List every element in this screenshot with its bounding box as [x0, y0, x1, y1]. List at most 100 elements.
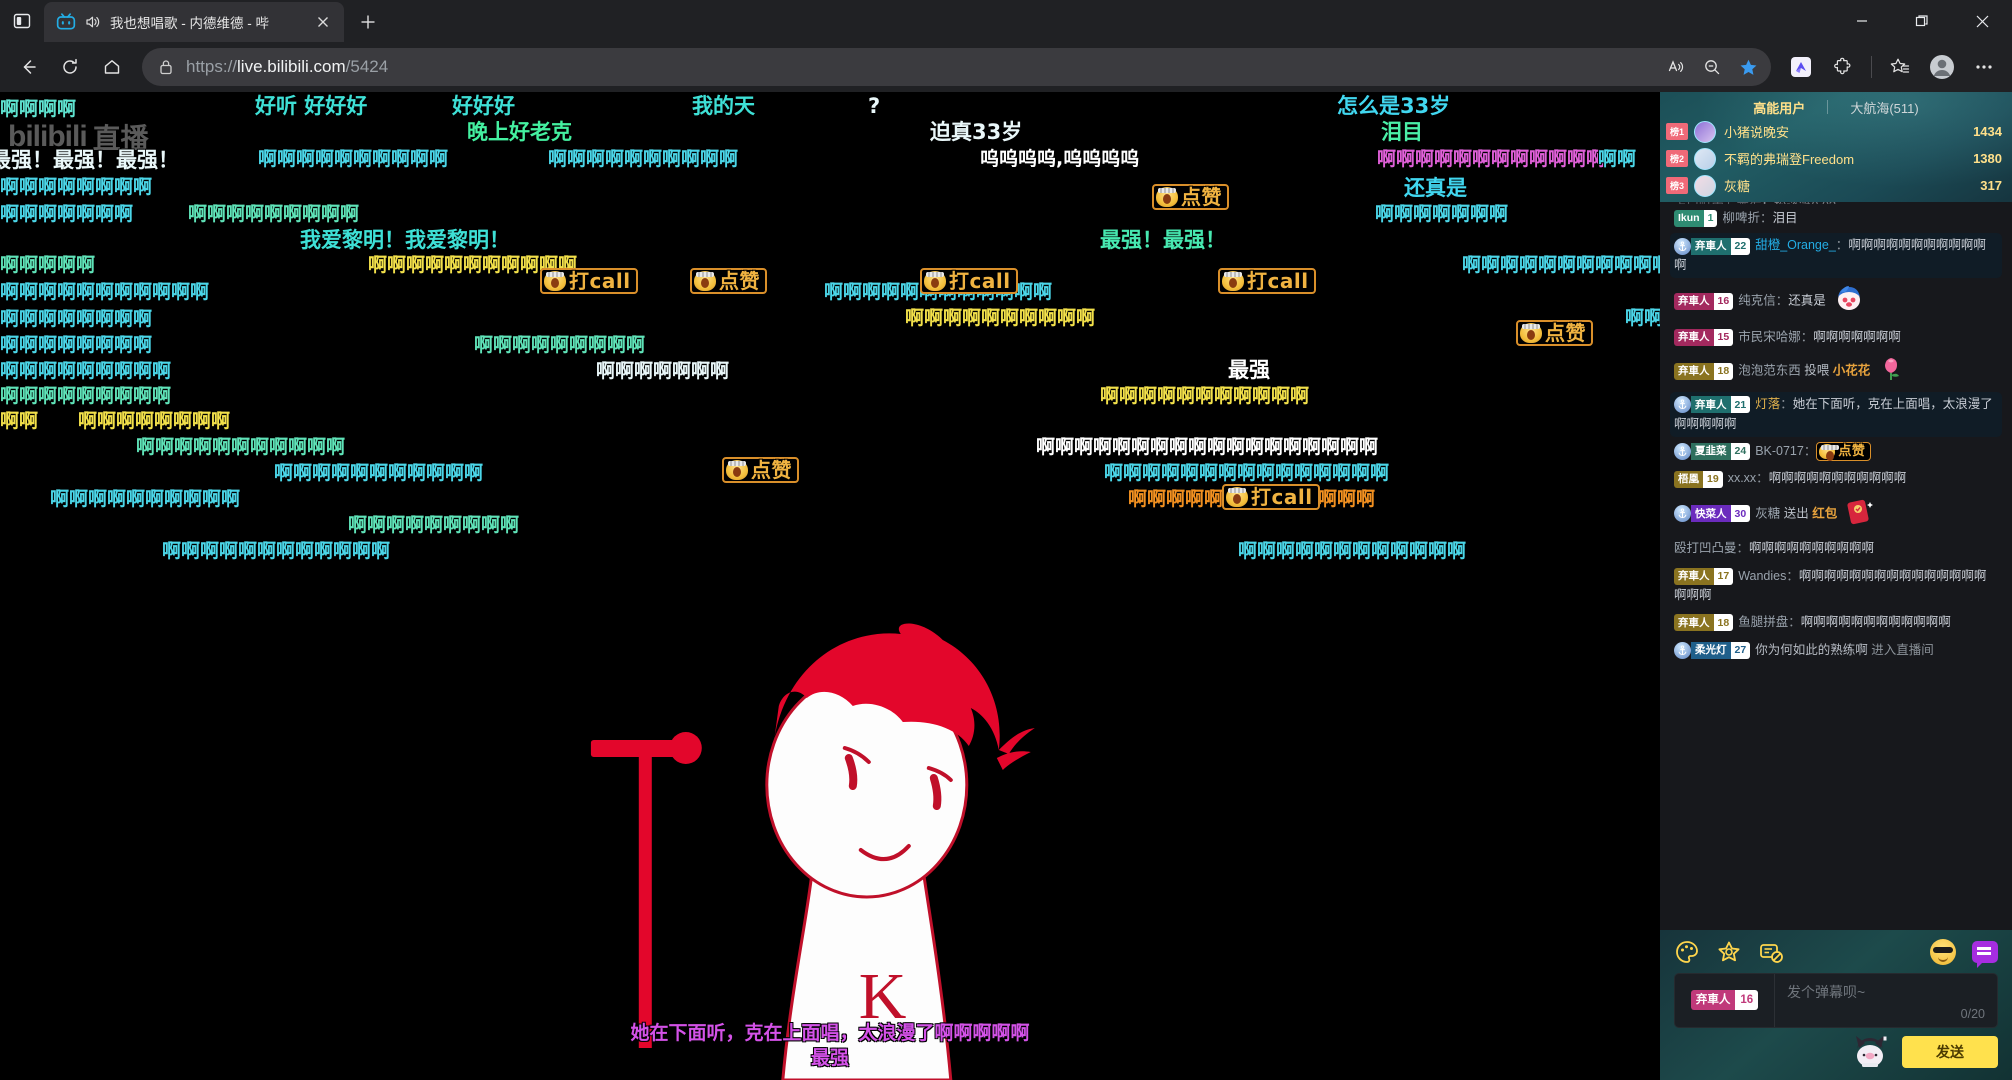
- fan-badge[interactable]: 弃車人 22: [1674, 237, 1751, 255]
- fan-badge-level: 21: [1730, 396, 1751, 414]
- fan-badge[interactable]: 柔光灯 27: [1674, 641, 1751, 659]
- bilibili-favicon: [56, 12, 76, 32]
- tab-actions-icon[interactable]: [0, 0, 44, 42]
- tab-title: 我也想唱歌 - 内德维德 - 哔: [110, 16, 269, 31]
- danmaku-text: 啊啊啊啊啊啊啊啊啊: [348, 514, 520, 536]
- copilot-icon[interactable]: [1781, 47, 1821, 87]
- danmaku-text: 我爱黎明！我爱黎明！: [300, 228, 510, 252]
- chat-username[interactable]: 灯落: [1755, 397, 1780, 411]
- chat-text: 啊啊啊啊啊啊啊: [1813, 329, 1901, 344]
- fan-badge[interactable]: 夏韭菜 24: [1674, 443, 1751, 461]
- kuromi-mascot-icon: [1850, 1034, 1890, 1070]
- rank-row[interactable]: 榜3 灰糖 317: [1660, 172, 2012, 199]
- fan-badge[interactable]: 弃車人 18: [1674, 362, 1734, 380]
- tab-high-energy-users[interactable]: 高能用户: [1753, 98, 1827, 117]
- fan-badge[interactable]: 弃車人 15: [1674, 328, 1734, 346]
- address-bar[interactable]: https://live.bilibili.com/5424: [142, 48, 1771, 86]
- emoji-picker-icon[interactable]: [1930, 939, 1956, 966]
- fan-medal[interactable]: 弃車人 16: [1690, 990, 1759, 1011]
- fan-badge-name: 夏韭菜: [1691, 443, 1731, 461]
- reload-icon[interactable]: [50, 47, 90, 87]
- chat-toolbar: [1674, 938, 1998, 969]
- settings-more-icon[interactable]: [1964, 47, 2004, 87]
- chat-message-list[interactable]: 上口町雨万乘乍：松谈笑0.0?Ikun1柳啤折：泪目弃車人22甜橙_Orange…: [1660, 202, 2012, 930]
- chat-username[interactable]: 柳啤折: [1722, 211, 1760, 225]
- profile-avatar-icon[interactable]: [1922, 47, 1962, 87]
- live-chat-sidebar: 高能用户 大航海(511) 榜1 小猪说晚安 1434 榜2 不羁的弗瑞登Freedom…: [1660, 92, 2012, 1080]
- avatar[interactable]: [1694, 174, 1716, 197]
- live-video-player[interactable]: bilibili 直播 K 啊啊啊啊 好听 好好好 好好好 我的天 ? 怎么是3…: [0, 92, 1660, 1080]
- chat-message[interactable]: 弃車人 17 Wandies：啊啊啊啊啊啊啊啊啊啊啊啊啊啊啊啊啊啊: [1670, 564, 2002, 609]
- fan-badge-level: 16: [1713, 292, 1734, 310]
- danmaku-text: 啊啊: [0, 410, 39, 432]
- chat-message[interactable]: 殴打凹凸曼：啊啊啊啊啊啊啊啊啊啊: [1670, 536, 2002, 561]
- fan-badge[interactable]: 弃車人 17: [1674, 567, 1734, 585]
- chat-username[interactable]: 鱼腿拼盘: [1738, 615, 1788, 629]
- color-palette-icon[interactable]: [1674, 939, 1700, 965]
- danmaku-text: 啊啊啊啊啊啊啊啊啊啊: [548, 148, 739, 170]
- chat-message[interactable]: 上口町雨万乘乍：松谈笑0.0?: [1670, 202, 2002, 204]
- chat-message[interactable]: 弃車人 16 纯克信：还真是: [1670, 280, 2002, 322]
- chat-username[interactable]: 灰糖: [1755, 506, 1780, 520]
- chat-username[interactable]: 殴打凹凸曼: [1674, 541, 1737, 555]
- chat-message[interactable]: 柔光灯 27 你为何如此的熟练啊 进入直播间: [1670, 638, 2002, 663]
- avatar[interactable]: [1694, 147, 1716, 170]
- rank-row[interactable]: 榜2 不羁的弗瑞登Freedom 1380: [1660, 145, 2012, 172]
- danmaku-input-box[interactable]: 弃車人 16 发个弹幕呗~ 0/20: [1674, 972, 1998, 1028]
- collections-icon[interactable]: [1880, 47, 1920, 87]
- chat-message[interactable]: 夏韭菜 24 BK-0717： 点赞: [1670, 439, 2002, 464]
- chat-username[interactable]: 市民宋哈娜: [1738, 330, 1801, 344]
- bubble-style-icon[interactable]: [1972, 941, 1998, 969]
- rank-user-name[interactable]: 不羁的弗瑞登Freedom: [1724, 149, 1973, 168]
- fan-badge-name: Ikun: [1674, 210, 1704, 228]
- new-tab-button[interactable]: [350, 4, 386, 40]
- speaker-icon[interactable]: [84, 13, 102, 31]
- chat-username[interactable]: 纯克信: [1738, 294, 1776, 308]
- chat-message[interactable]: 弃車人 18 泡泡范东西 投喂 小花花: [1670, 352, 2002, 390]
- fan-badge[interactable]: 弃車人 18: [1674, 614, 1734, 632]
- minimize-button[interactable]: [1832, 0, 1892, 42]
- chat-username[interactable]: 你为何如此的熟练啊: [1755, 643, 1868, 657]
- block-danmaku-icon[interactable]: [1758, 939, 1784, 965]
- chat-username[interactable]: xx.xx: [1728, 471, 1756, 485]
- avatar[interactable]: [1694, 120, 1716, 143]
- fan-badge[interactable]: 梧凰 19: [1674, 470, 1723, 488]
- fan-badge[interactable]: Ikun 1: [1674, 210, 1718, 228]
- chat-message[interactable]: 弃車人 21 灯落：她在下面听，克在上面唱，太浪漫了啊啊啊啊啊: [1670, 392, 2002, 437]
- maximize-restore-button[interactable]: [1892, 0, 1952, 42]
- chat-message[interactable]: 弃車人 22 甜橙_Orange_：啊啊啊啊啊啊啊啊啊啊啊啊: [1670, 233, 2002, 279]
- browser-tab[interactable]: 我也想唱歌 - 内德维德 - 哔: [44, 2, 344, 42]
- chat-username[interactable]: 上口町雨万乘乍: [1674, 202, 1762, 204]
- chat-message[interactable]: 快菜人 30 灰糖 送出 红包: [1670, 494, 2002, 534]
- send-button[interactable]: 发送: [1902, 1036, 1998, 1068]
- fan-badge[interactable]: 快菜人 30: [1674, 505, 1751, 523]
- chat-username[interactable]: BK-0717: [1755, 444, 1804, 458]
- zoom-out-icon[interactable]: [1695, 50, 1729, 84]
- read-aloud-icon[interactable]: [1659, 50, 1693, 84]
- close-icon[interactable]: [312, 11, 334, 33]
- home-icon[interactable]: [92, 47, 132, 87]
- close-window-button[interactable]: [1952, 0, 2012, 42]
- chat-username[interactable]: Wandies: [1738, 569, 1786, 583]
- danmaku-emote: 点赞: [722, 457, 799, 483]
- chat-message[interactable]: 弃車人 18 鱼腿拼盘：啊啊啊啊啊啊啊啊啊啊啊啊: [1670, 610, 2002, 635]
- fan-badge[interactable]: 弃車人 16: [1674, 292, 1734, 310]
- back-icon[interactable]: [8, 47, 48, 87]
- fan-badge-name: 弃車人: [1691, 237, 1731, 255]
- rank-row[interactable]: 榜1 小猪说晚安 1434: [1660, 118, 2012, 145]
- fan-badge[interactable]: 弃車人 21: [1674, 396, 1751, 414]
- fan-medal-slot[interactable]: 弃車人 16: [1675, 973, 1775, 1027]
- rank-user-name[interactable]: 灰糖: [1724, 176, 1980, 195]
- lottery-star-icon[interactable]: [1716, 939, 1742, 965]
- danmaku-text-input[interactable]: 发个弹幕呗~ 0/20: [1775, 974, 1997, 1027]
- chat-message[interactable]: Ikun 1 柳啤折：泪目: [1670, 206, 2002, 231]
- chat-username[interactable]: 泡泡范东西: [1738, 363, 1801, 377]
- chat-username[interactable]: 甜橙_Orange_: [1755, 238, 1836, 252]
- tab-guard-list[interactable]: 大航海(511): [1828, 98, 1918, 117]
- rank-user-name[interactable]: 小猪说晚安: [1724, 122, 1973, 141]
- chat-colon: ：: [1780, 397, 1793, 412]
- chat-message[interactable]: 弃車人 15 市民宋哈娜：啊啊啊啊啊啊啊: [1670, 325, 2002, 350]
- chat-message[interactable]: 梧凰 19 xx.xx：啊啊啊啊啊啊啊啊啊啊啊: [1670, 466, 2002, 491]
- favorite-star-icon[interactable]: [1731, 50, 1765, 84]
- extensions-puzzle-icon[interactable]: [1823, 47, 1863, 87]
